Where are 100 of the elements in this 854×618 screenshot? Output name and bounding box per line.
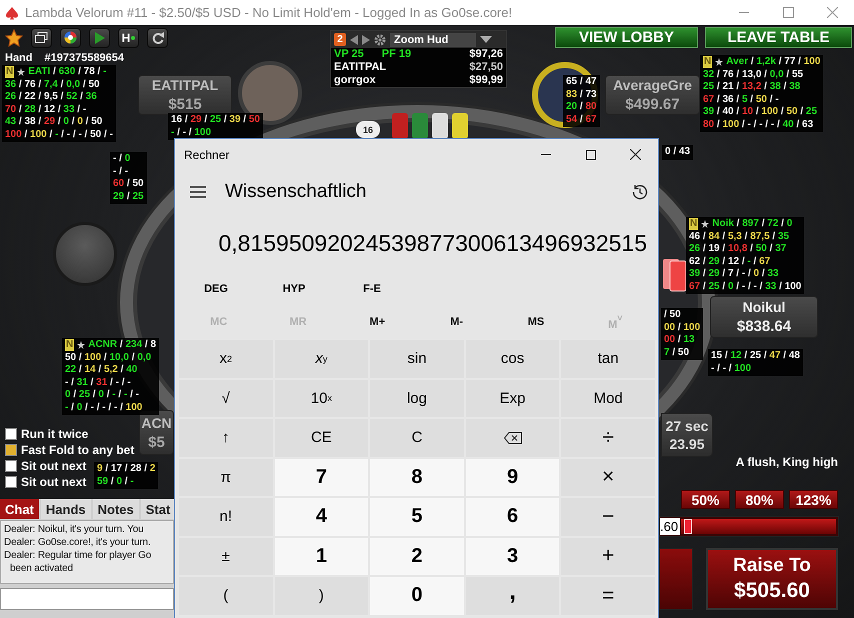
menu-button[interactable] [190, 186, 206, 198]
hud-value: PF 19 [382, 48, 412, 61]
windows-button[interactable] [31, 28, 52, 48]
hud-stats: 100 / 100 / - / - / - / 50 / - [5, 128, 113, 141]
function-key[interactable]: ± [179, 538, 273, 575]
chat-tab[interactable]: Hands [40, 499, 91, 519]
hud-stats: 22 / 14 / 5,2 / 40 [65, 364, 138, 376]
star-icon[interactable] [5, 28, 23, 46]
operator-key[interactable]: − [561, 498, 655, 536]
play-button[interactable] [89, 28, 110, 48]
decimal-key[interactable]: , [466, 577, 560, 614]
checkbox-label: Sit out next [21, 475, 86, 489]
checkbox[interactable] [5, 428, 17, 440]
digit-key[interactable]: 7 [274, 458, 368, 496]
function-key[interactable]: CE [274, 419, 368, 456]
function-key[interactable]: Exp [466, 380, 560, 417]
mode-toggle[interactable]: F-E [333, 281, 411, 297]
function-key[interactable]: √ [179, 380, 273, 417]
digit-key[interactable]: 9 [466, 458, 560, 496]
function-key[interactable]: x$^{y}$ [274, 340, 368, 378]
hud-button[interactable]: H [118, 28, 139, 48]
function-key[interactable]: x$^{2}$ [179, 340, 273, 378]
hud-profile-dropdown[interactable]: Zoom Hud [390, 32, 476, 46]
note-badge[interactable]: N [65, 339, 74, 352]
refresh-button[interactable] [147, 28, 168, 48]
digit-key[interactable]: 3 [466, 538, 560, 575]
player-name: AverageGre [613, 77, 692, 93]
function-key[interactable]: sin [370, 340, 464, 378]
bet-amount-field[interactable]: .60 [660, 518, 680, 535]
mode-toggle[interactable]: HYP [255, 281, 333, 297]
hud-stats: 26 / 19 / 10,8 / 50 / 37 [689, 243, 786, 256]
function-key[interactable]: n! [179, 498, 273, 536]
digit-key[interactable]: 0 [370, 577, 464, 614]
color-wheel-button[interactable] [60, 28, 81, 48]
player-stack: $5 [148, 434, 165, 450]
star-icon [77, 341, 86, 350]
function-key[interactable]: ↑ [179, 419, 273, 456]
hud-stats: ACNR / 234 / 8 [88, 339, 156, 352]
checkbox-label: Fast Fold to any bet [21, 443, 134, 457]
hud-value: $97,26 [469, 48, 503, 61]
digit-key[interactable]: 5 [370, 498, 464, 536]
hand-strength-text: A flush, King high [736, 455, 838, 469]
hud-stats: 00 / 13 [664, 334, 695, 346]
chat-tab[interactable]: Notes [92, 499, 139, 519]
slider-thumb[interactable] [684, 519, 692, 534]
digit-key[interactable]: 1 [274, 538, 368, 575]
digit-key[interactable]: 2 [370, 538, 464, 575]
hud-value: $99,99 [469, 74, 503, 87]
chat-input-field[interactable] [0, 588, 174, 610]
note-badge[interactable]: N [5, 66, 14, 78]
arrow-right-icon[interactable] [362, 34, 370, 44]
hud-stats: - / 0 / - / - / - / 100 [65, 402, 142, 414]
function-key[interactable]: 10$^{x}$ [274, 380, 368, 417]
memory-button[interactable]: M+ [370, 314, 386, 330]
bet-preset-button[interactable]: 80% [735, 490, 784, 509]
chat-tab[interactable]: Chat [0, 499, 39, 519]
digit-key[interactable]: 4 [274, 498, 368, 536]
operator-key[interactable]: ÷ [561, 419, 655, 456]
note-badge[interactable]: N [703, 56, 712, 68]
hud-stats: Aver / 1,2k / 77 / 100 [726, 56, 820, 68]
bet-slider[interactable]: .60 [659, 516, 839, 537]
timer-chip: 16 [356, 121, 380, 138]
memory-button[interactable]: M- [450, 314, 464, 330]
digit-key[interactable]: 6 [466, 498, 560, 536]
checkbox[interactable] [5, 444, 17, 456]
function-key[interactable]: ( [179, 577, 273, 614]
checkbox[interactable] [5, 476, 17, 488]
note-badge[interactable]: N [689, 218, 698, 230]
operator-key[interactable]: × [561, 458, 655, 496]
star-icon [715, 58, 724, 66]
arrow-left-icon[interactable] [350, 34, 358, 44]
hand-label: Hand [5, 52, 32, 64]
raise-button[interactable]: Raise To $505.60 [706, 548, 838, 610]
hud-stats: 65 / 47 [566, 76, 597, 88]
function-key[interactable]: π [179, 458, 273, 496]
window-title: Lambda Velorum #11 - $2.50/$5 USD - No Limit Hold'em - Logged In as Go0se.core! [25, 5, 512, 20]
mode-toggle[interactable]: DEG [177, 281, 255, 297]
hud-stats: - / - / 100 [171, 126, 212, 139]
bet-preset-button[interactable]: 50% [681, 490, 730, 509]
function-key[interactable]: Mod [561, 380, 655, 417]
function-key[interactable]: log [370, 380, 464, 417]
status-dot-icon [131, 36, 136, 40]
hud-value: VP 25 [334, 48, 364, 61]
checkbox[interactable] [5, 460, 17, 472]
settings-icon[interactable] [374, 34, 386, 46]
table-button[interactable]: VIEW LOBBY [555, 27, 698, 48]
memory-button[interactable]: MS [528, 314, 544, 330]
function-key[interactable]: C [370, 419, 464, 456]
function-key[interactable]: ) [274, 577, 368, 614]
operator-key[interactable]: = [561, 577, 655, 614]
bet-preset-button[interactable]: 123% [789, 490, 838, 509]
caret-down-icon[interactable] [480, 36, 492, 43]
table-button[interactable]: LEAVE TABLE [705, 27, 852, 48]
digit-key[interactable]: 8 [370, 458, 464, 496]
function-key[interactable]: tan [561, 340, 655, 378]
function-key[interactable]: cos [466, 340, 560, 378]
chat-tab[interactable]: Stat [140, 499, 176, 519]
hud-stats: 83 / 73 [566, 88, 597, 101]
history-button[interactable] [632, 184, 648, 200]
operator-key[interactable]: + [561, 538, 655, 575]
